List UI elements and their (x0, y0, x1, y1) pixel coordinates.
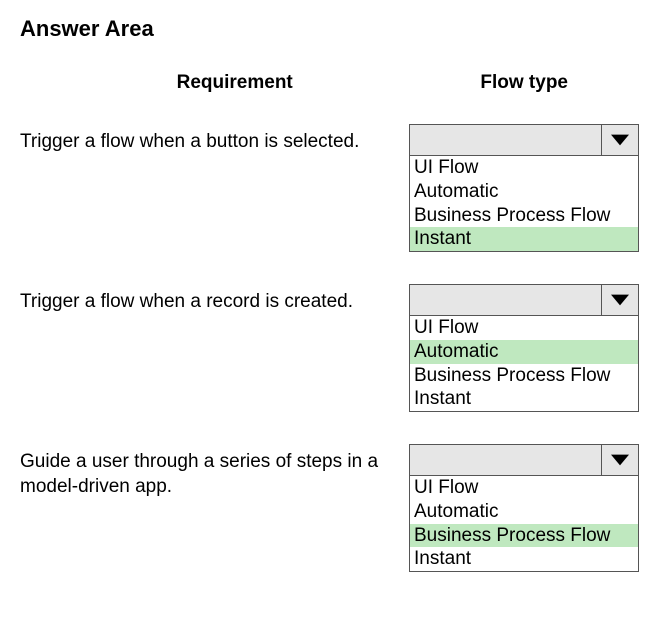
flowtype-dropdown[interactable] (409, 444, 639, 476)
flowtype-option[interactable]: Automatic (410, 340, 638, 364)
question-row: Trigger a flow when a button is selected… (20, 124, 639, 252)
chevron-down-icon[interactable] (601, 444, 639, 476)
requirement-text: Trigger a flow when a record is created. (20, 284, 409, 315)
flowtype-options: UI FlowAutomaticBusiness Process FlowIns… (409, 476, 639, 572)
flowtype-option[interactable]: Business Process Flow (410, 524, 638, 548)
chevron-down-icon[interactable] (601, 284, 639, 316)
flowtype-cell: UI FlowAutomaticBusiness Process FlowIns… (409, 284, 639, 412)
flowtype-selected-value (409, 444, 601, 476)
chevron-down-icon[interactable] (601, 124, 639, 156)
flowtype-dropdown[interactable] (409, 124, 639, 156)
page-title: Answer Area (20, 16, 639, 42)
requirement-column-header: Requirement (20, 72, 409, 94)
flowtype-options: UI FlowAutomaticBusiness Process FlowIns… (409, 316, 639, 412)
flowtype-option[interactable]: UI Flow (410, 156, 638, 180)
flowtype-options: UI FlowAutomaticBusiness Process FlowIns… (409, 156, 639, 252)
flowtype-option[interactable]: UI Flow (410, 476, 638, 500)
flowtype-option[interactable]: Instant (410, 387, 638, 411)
flowtype-option[interactable]: Automatic (410, 180, 638, 204)
requirement-text: Trigger a flow when a button is selected… (20, 124, 409, 155)
flowtype-option[interactable]: Business Process Flow (410, 364, 638, 388)
flowtype-option[interactable]: Instant (410, 547, 638, 571)
flowtype-option[interactable]: Business Process Flow (410, 204, 638, 228)
flowtype-option[interactable]: Instant (410, 227, 638, 251)
flowtype-column-header: Flow type (409, 72, 639, 94)
flowtype-option[interactable]: Automatic (410, 500, 638, 524)
flowtype-selected-value (409, 284, 601, 316)
question-row: Guide a user through a series of steps i… (20, 444, 639, 572)
flowtype-dropdown[interactable] (409, 284, 639, 316)
flowtype-cell: UI FlowAutomaticBusiness Process FlowIns… (409, 124, 639, 252)
flowtype-cell: UI FlowAutomaticBusiness Process FlowIns… (409, 444, 639, 572)
flowtype-selected-value (409, 124, 601, 156)
question-row: Trigger a flow when a record is created.… (20, 284, 639, 412)
flowtype-option[interactable]: UI Flow (410, 316, 638, 340)
requirement-text: Guide a user through a series of steps i… (20, 444, 409, 499)
column-headers: Requirement Flow type (20, 72, 639, 94)
